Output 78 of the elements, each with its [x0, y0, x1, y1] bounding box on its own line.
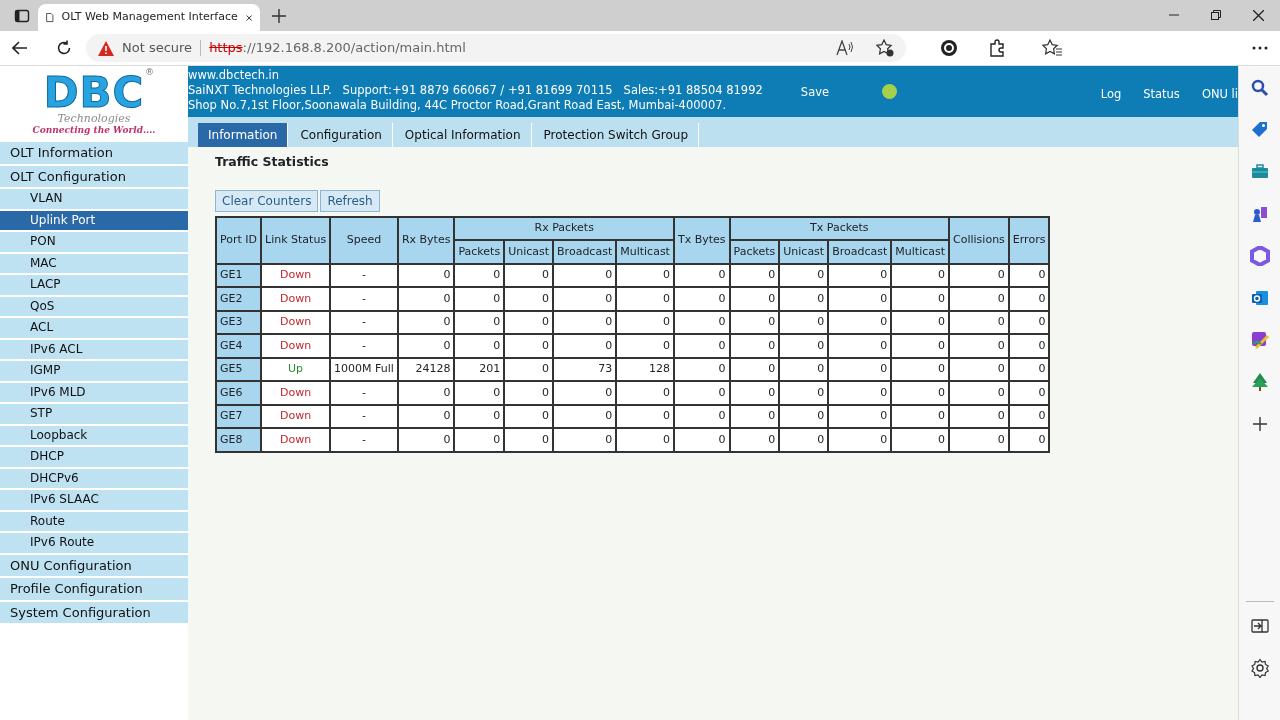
mail-app-icon[interactable] [1249, 288, 1270, 308]
back-icon[interactable] [12, 41, 28, 55]
restore-icon[interactable] [1211, 10, 1221, 20]
column-group-header: Rx Packets [454, 216, 674, 241]
sidebar-subitem[interactable]: Loopback [0, 425, 188, 445]
sidebar-subitem[interactable]: Route [0, 511, 188, 531]
warning-icon [98, 40, 114, 56]
hexagon-icon[interactable] [1249, 246, 1270, 266]
address-bar[interactable]: Not secure https://192.168.8.200/action/main.html [86, 34, 906, 62]
sidebar-subitem[interactable]: IGMP [0, 361, 188, 381]
sidebar-subitem[interactable]: PON [0, 232, 188, 252]
header-text: Shop No.7,1st Floor,Soonawala Building, 44C Proctor Road,Grant Road East, Mumbai-400007. [188, 98, 728, 113]
header-text: SaiNXT Technologies LLP. Support:+91 8879 660667 / +91 81699 70115 Sales:+91 88504 81992 [188, 83, 763, 98]
table-cell: GE1 [216, 263, 262, 288]
url-text: https://192.168.8.200/action/main.html [209, 39, 466, 58]
security-warning[interactable]: Not secure [122, 38, 193, 58]
favorites-icon[interactable] [1042, 39, 1062, 57]
favorite-add-icon[interactable] [876, 39, 894, 57]
tree-icon[interactable] [1249, 372, 1270, 392]
sidebar-subitem[interactable]: DHCPv6 [0, 468, 188, 488]
column-header: Link Status [261, 216, 331, 264]
sidebar-item[interactable]: System Configuration [0, 601, 188, 623]
sidebar-subitem[interactable]: LACP [0, 275, 188, 295]
column-header: Port ID [216, 216, 262, 264]
section-title: Traffic Statistics [215, 153, 330, 171]
paint-icon[interactable] [1249, 330, 1270, 350]
save-link[interactable]: Save [800, 84, 830, 117]
new-tab-icon[interactable] [272, 8, 286, 23]
sidebar-item[interactable]: ONU Configuration [0, 554, 188, 576]
sidebar-item[interactable]: OLT Information [0, 142, 188, 164]
table-cell: GE8 [216, 428, 262, 452]
company-logo: DBC® Technologies Connecting the World.... [31, 66, 157, 137]
close-icon[interactable] [245, 12, 252, 23]
sidebar-subitem[interactable]: IPv6 ACL [0, 339, 188, 359]
browser-tab[interactable]: OLT Web Management Interface [38, 4, 260, 31]
page-icon [46, 10, 54, 25]
sidebar-subitem[interactable]: VLAN [0, 189, 188, 209]
table-cell: GE3 [216, 310, 262, 335]
settings-icon[interactable] [1249, 658, 1270, 678]
table-cell: GE7 [216, 404, 262, 429]
more-icon[interactable] [1252, 46, 1268, 50]
header-link[interactable]: ONU li [1201, 86, 1238, 117]
column-header: Errors [1008, 216, 1050, 264]
column-header: Rx Bytes [397, 216, 455, 264]
sidebar-subitem[interactable]: DHCP [0, 447, 188, 467]
search-icon[interactable] [1249, 78, 1270, 98]
sidebar-item[interactable]: Profile Configuration [0, 578, 188, 600]
sidebar-subitem[interactable]: STP [0, 404, 188, 424]
sidebar-subitem[interactable]: QoS [0, 296, 188, 316]
close-icon[interactable] [1253, 10, 1264, 21]
toolbar-button[interactable]: Refresh [320, 189, 380, 212]
tab-actions-icon[interactable] [14, 7, 30, 24]
table-cell: GE4 [216, 334, 262, 358]
table-cell: GE5 [216, 357, 262, 382]
table-cell: GE2 [216, 287, 262, 311]
reload-icon[interactable] [56, 40, 72, 56]
page-tab[interactable]: Information [198, 123, 289, 147]
column-header: Collisions [949, 216, 1009, 264]
split-screen-icon[interactable] [1249, 616, 1270, 636]
toolbar-button[interactable]: Clear Counters [215, 189, 319, 212]
extensions-icon[interactable] [988, 39, 1006, 57]
column-header: Tx Bytes [673, 216, 730, 264]
sidebar-subitem[interactable]: IPv6 MLD [0, 382, 188, 402]
header-link[interactable]: Status [1143, 86, 1180, 117]
sidebar-subitem[interactable]: IPv6 SLAAC [0, 490, 188, 510]
tab-title: OLT Web Management Interface [61, 9, 238, 26]
table-cell: GE6 [216, 381, 262, 405]
column-header: Speed [330, 216, 398, 264]
read-aloud-icon[interactable] [836, 40, 854, 56]
sidebar-subitem[interactable]: MAC [0, 253, 188, 273]
sidebar-item[interactable]: OLT Configuration [0, 165, 188, 187]
header-text: www.dbctech.in [188, 68, 281, 83]
sidebar-subitem[interactable]: ACL [0, 318, 188, 338]
sidebar-subitem[interactable]: IPv6 Route [0, 533, 188, 553]
status-dot-icon [882, 84, 898, 99]
header-link[interactable]: Log [1100, 86, 1122, 117]
sidebar-subitem[interactable]: Uplink Port [0, 210, 188, 230]
column-group-header: Tx Packets [729, 216, 950, 241]
